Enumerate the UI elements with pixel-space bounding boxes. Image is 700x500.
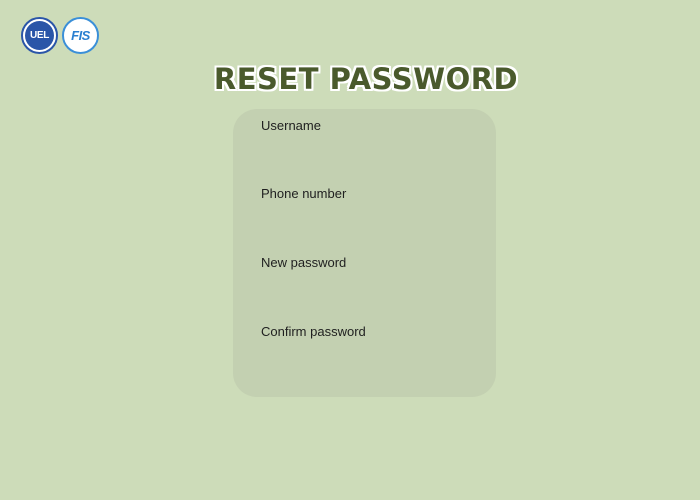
confirm-password-input[interactable] [261,345,468,367]
confirm-password-label: Confirm password [261,324,366,339]
new-password-label: New password [261,255,347,270]
username-label: Username [261,118,321,133]
new-password-input[interactable] [261,276,468,298]
logo-group: UEL FIS [21,17,99,54]
page-title: RESET PASSWORD [213,62,519,96]
fis-logo: FIS [62,17,99,54]
reset-password-form: Username Phone number New password Confi… [233,109,496,397]
phone-number-input[interactable] [261,207,468,229]
fis-logo-text: FIS [71,28,90,43]
uel-logo-text: UEL [25,21,54,50]
username-input[interactable] [261,139,468,161]
phone-number-label: Phone number [261,186,347,201]
uel-logo: UEL [21,17,58,54]
